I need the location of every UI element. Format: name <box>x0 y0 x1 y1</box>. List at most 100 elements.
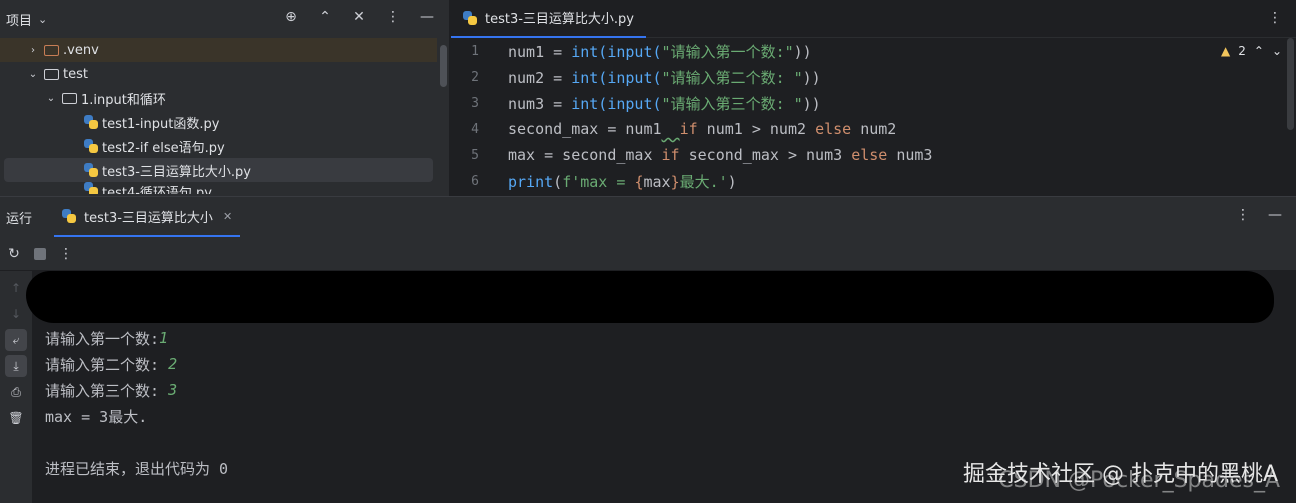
stop-icon[interactable] <box>34 247 46 260</box>
warning-icon: ▲ <box>1221 44 1231 58</box>
chevron-right-icon[interactable]: › <box>26 45 40 56</box>
chevron-down-icon[interactable]: ⌄ <box>1272 44 1282 58</box>
tree-item-label: test <box>63 66 88 82</box>
locate-icon[interactable]: ⊕ <box>283 9 299 25</box>
code-area[interactable]: 1 num1 = int(input("请输入第一个数:")) 2 num2 =… <box>451 38 1296 196</box>
more-options-icon[interactable]: ⋮ <box>1268 10 1282 26</box>
run-tab-test3[interactable]: test3-三目运算比大小 ✕ <box>54 197 241 237</box>
code-token: max <box>643 172 671 191</box>
code-token: second_max = num1 <box>508 120 662 138</box>
code-token: else <box>815 120 852 138</box>
code-token: num1 = <box>508 42 572 61</box>
folder-icon <box>62 92 77 104</box>
tree-item-label: 1.input和循环 <box>81 92 166 108</box>
project-panel: 项目 ⌄ ⊕ ⌃ ✕ ⋮ — › .venv ⌄ test ⌄ 1.input和… <box>0 0 450 196</box>
editor-tab-bar: test3-三目运算比大小.py ⋮ <box>451 0 1296 38</box>
tree-item-test4[interactable]: test4-循环语句.py <box>0 182 437 194</box>
editor-tab-label: test3-三目运算比大小.py <box>485 12 635 27</box>
chevron-down-icon[interactable]: ⌄ <box>38 13 47 26</box>
close-icon[interactable]: ✕ <box>223 210 232 223</box>
scroll-to-end-icon[interactable]: ⤓ <box>5 355 27 377</box>
console-line: 进程已结束，退出代码为 0 <box>45 455 228 481</box>
tree-item-input-loop[interactable]: ⌄ 1.input和循环 <box>0 86 437 110</box>
console-input: 3 <box>168 381 178 399</box>
code-line: 2 num2 = int(input("请输入第二个数: ")) <box>451 64 821 90</box>
more-options-icon[interactable]: ⋮ <box>385 9 401 25</box>
code-token: num2 <box>851 120 897 138</box>
minimize-icon[interactable]: — <box>419 9 435 25</box>
inspection-widget[interactable]: ▲ 2 ⌃ ⌄ <box>1221 44 1282 58</box>
run-toolbar: ↻ ⋮ <box>0 237 1296 271</box>
code-token: int(input( <box>571 68 662 87</box>
tree-item-test[interactable]: ⌄ test <box>0 62 437 86</box>
tree-scrollbar[interactable] <box>440 45 447 87</box>
code-token: 最大.' <box>679 172 728 191</box>
arrow-up-icon[interactable]: ↑ <box>5 277 27 299</box>
console-input: 1 <box>159 329 169 347</box>
chevron-up-icon[interactable]: ⌃ <box>1254 44 1264 58</box>
tree-item-label: test4-循环语句.py <box>102 186 213 194</box>
folder-icon <box>44 68 59 80</box>
editor-scrollbar[interactable] <box>1287 38 1294 130</box>
minimize-icon[interactable]: — <box>1268 207 1282 223</box>
soft-wrap-icon[interactable]: ⤶ <box>5 329 27 351</box>
more-options-icon[interactable]: ⋮ <box>1236 207 1250 223</box>
line-number: 6 <box>471 173 479 189</box>
editor-tab-test3[interactable]: test3-三目运算比大小.py <box>451 0 647 38</box>
code-token: ( <box>553 172 563 191</box>
tree-item-venv[interactable]: › .venv <box>0 38 437 62</box>
code-token: int(input( <box>571 42 662 61</box>
code-token: f'max = <box>562 172 635 191</box>
code-token: )) <box>802 94 821 113</box>
code-token: num2 = <box>508 68 572 87</box>
tree-item-test3[interactable]: test3-三目运算比大小.py <box>4 158 433 182</box>
code-token: )) <box>802 68 821 87</box>
arrow-down-icon[interactable]: ↓ <box>5 303 27 325</box>
tree-item-test2[interactable]: test2-if else语句.py <box>0 134 437 158</box>
code-token: )) <box>793 42 812 61</box>
redaction-mark <box>52 275 142 321</box>
code-line: 5 max = second_max if second_max > num3 … <box>451 142 932 168</box>
code-line: 4 second_max = num1 if num1 > num2 else … <box>451 116 896 142</box>
redaction-mark <box>26 271 1274 323</box>
print-icon[interactable]: ⎙ <box>5 381 27 403</box>
chevron-down-icon[interactable]: ⌄ <box>44 93 58 104</box>
run-tab-label: test3-三目运算比大小 <box>84 210 213 226</box>
project-tree: › .venv ⌄ test ⌄ 1.input和循环 test1-input函… <box>0 38 437 194</box>
code-token: max = second_max <box>508 146 662 164</box>
tree-item-test1[interactable]: test1-input函数.py <box>0 110 437 134</box>
code-token: if <box>679 120 698 138</box>
code-token: num1 > num2 <box>697 120 816 138</box>
line-number: 3 <box>471 95 479 111</box>
console-input: 2 <box>168 355 178 373</box>
python-file-icon <box>84 139 98 153</box>
expand-all-icon[interactable]: ⌃ <box>317 9 333 25</box>
console-prompt: 请输入第一个数: <box>45 329 160 348</box>
code-line: 6 print(f'max = {max}最大.') <box>451 168 737 194</box>
rerun-icon[interactable]: ↻ <box>6 246 22 262</box>
folder-icon <box>44 44 59 56</box>
code-token: "请输入第一个数:" <box>661 42 794 61</box>
chevron-down-icon[interactable]: ⌄ <box>26 69 40 80</box>
code-token: "请输入第二个数: " <box>661 68 803 87</box>
code-token: "请输入第三个数: " <box>661 94 803 113</box>
line-number: 4 <box>471 121 479 137</box>
python-file-icon <box>62 209 76 223</box>
console-line: max = 3最大. <box>45 403 147 429</box>
python-file-icon <box>463 10 477 25</box>
project-panel-title[interactable]: 项目 <box>6 10 32 29</box>
code-token: print <box>508 172 554 191</box>
tree-item-label: test3-三目运算比大小.py <box>102 164 252 180</box>
run-panel-title: 运行 <box>6 211 33 227</box>
code-token: num3 <box>887 146 933 164</box>
more-options-icon[interactable]: ⋮ <box>58 246 74 262</box>
watermark-juejin: 掘金技术社区 @ 扑克中的黑桃A <box>962 462 1278 487</box>
collapse-all-icon[interactable]: ✕ <box>351 9 367 25</box>
line-number: 1 <box>471 43 479 59</box>
trash-icon[interactable]: 🗑 <box>5 407 27 429</box>
console-prompt: 请输入第三个数: <box>45 381 169 400</box>
code-token: if <box>661 146 680 164</box>
code-token: } <box>670 172 680 191</box>
console-text: max = 3最大. <box>45 407 148 426</box>
